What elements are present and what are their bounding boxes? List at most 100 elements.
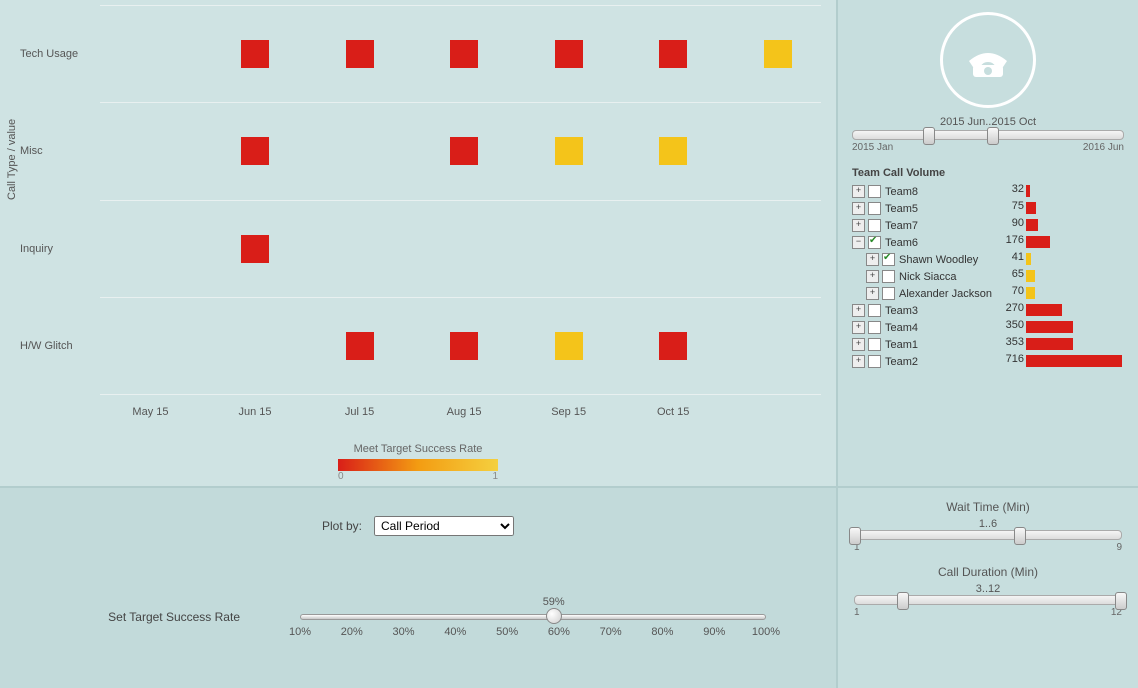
tree-label: Team7	[885, 220, 918, 232]
tree-row[interactable]: +Team832	[852, 183, 1124, 200]
tree-value: 716	[1000, 353, 1024, 365]
date-range-label: 2015 Jun..2015 Oct	[852, 116, 1124, 128]
row-label: Misc	[20, 145, 43, 157]
tree-row[interactable]: +Team3270	[852, 302, 1124, 319]
tree-label: Team5	[885, 203, 918, 215]
wait-time-range-label: 1..6	[854, 518, 1122, 530]
target-rate-slider[interactable]: 59% 10%20%30%40%50%60%70%80%90%100%	[300, 596, 766, 642]
heatmap-cell[interactable]	[346, 40, 374, 68]
expand-toggle[interactable]: +	[866, 287, 879, 300]
volume-bar	[1026, 202, 1036, 214]
volume-bar	[1026, 185, 1030, 197]
tree-row[interactable]: +Alexander Jackson70	[852, 285, 1124, 302]
volume-bar	[1026, 321, 1073, 333]
tree-value: 90	[1000, 217, 1024, 229]
y-axis-label: Call Type / value	[6, 119, 18, 200]
checkbox[interactable]	[868, 321, 881, 334]
checkbox[interactable]	[868, 338, 881, 351]
heatmap-cell[interactable]	[346, 332, 374, 360]
expand-toggle[interactable]: −	[852, 236, 865, 249]
expand-toggle[interactable]: +	[852, 202, 865, 215]
volume-bar	[1026, 287, 1035, 299]
checkbox[interactable]	[868, 355, 881, 368]
heatmap-row: Inquiry	[100, 201, 821, 298]
pct-tick: 100%	[752, 626, 780, 638]
range-thumb[interactable]	[1014, 527, 1026, 545]
heatmap-cell[interactable]	[659, 40, 687, 68]
pct-tick: 60%	[548, 626, 570, 638]
x-tick: Jul 15	[345, 406, 374, 418]
row-label: Tech Usage	[20, 48, 78, 60]
tree-title: Team Call Volume	[852, 167, 1124, 179]
x-tick: Aug 15	[447, 406, 482, 418]
tree-row[interactable]: +Team575	[852, 200, 1124, 217]
heatmap-cell[interactable]	[764, 40, 792, 68]
date-range-slider[interactable]: 2015 Jun..2015 Oct 2015 Jan2016 Jun	[852, 116, 1124, 153]
tree-row[interactable]: + Team7 90	[852, 217, 1124, 234]
expand-toggle[interactable]: +	[852, 338, 865, 351]
tree-row[interactable]: +Team4350	[852, 319, 1124, 336]
checkbox[interactable]	[882, 253, 895, 266]
wait-time-slider[interactable]: Wait Time (Min) 1..6 19	[854, 500, 1122, 553]
checkbox[interactable]	[882, 287, 895, 300]
expand-toggle[interactable]: +	[866, 270, 879, 283]
checkbox[interactable]	[868, 219, 881, 232]
tree-row[interactable]: +Team1353	[852, 336, 1124, 353]
checkbox[interactable]	[868, 185, 881, 198]
range-thumb[interactable]	[849, 527, 861, 545]
heatmap-cell[interactable]	[555, 332, 583, 360]
heatmap-cell[interactable]	[241, 235, 269, 263]
pct-tick: 90%	[703, 626, 725, 638]
heatmap-cell[interactable]	[659, 332, 687, 360]
team-call-volume-tree: Team Call Volume +Team832+Team575+Team79…	[852, 167, 1124, 370]
expand-toggle[interactable]: +	[852, 185, 865, 198]
call-duration-slider[interactable]: Call Duration (Min) 3..12 112	[854, 565, 1122, 618]
expand-toggle[interactable]: +	[852, 304, 865, 317]
target-rate-label: Set Target Success Rate	[0, 596, 260, 624]
range-thumb[interactable]	[897, 592, 909, 610]
checkbox[interactable]	[868, 236, 881, 249]
heatmap-cell[interactable]	[659, 137, 687, 165]
plot-by-select[interactable]: Call Period	[374, 516, 514, 536]
tree-row[interactable]: +Shawn Woodley41	[852, 251, 1124, 268]
heatmap-cell[interactable]	[555, 137, 583, 165]
heatmap-cell[interactable]	[555, 40, 583, 68]
target-rate-value: 59%	[543, 596, 565, 608]
range-thumb[interactable]	[987, 127, 999, 145]
tree-value: 350	[1000, 319, 1024, 331]
checkbox[interactable]	[868, 202, 881, 215]
heatmap-cell[interactable]	[450, 40, 478, 68]
heatmap-cell[interactable]	[450, 137, 478, 165]
expand-toggle[interactable]: +	[852, 219, 865, 232]
expand-toggle[interactable]: +	[852, 355, 865, 368]
wait-time-title: Wait Time (Min)	[854, 500, 1122, 514]
expand-toggle[interactable]: +	[866, 253, 879, 266]
tree-row[interactable]: +Team2716	[852, 353, 1124, 370]
legend-gradient	[338, 459, 498, 471]
expand-toggle[interactable]: +	[852, 321, 865, 334]
range-thumb[interactable]	[923, 127, 935, 145]
checkbox[interactable]	[882, 270, 895, 283]
pct-tick: 40%	[444, 626, 466, 638]
heatmap-plot-area: Tech UsageMiscInquiryH/W Glitch	[100, 5, 821, 391]
pct-tick: 20%	[341, 626, 363, 638]
tree-row[interactable]: + Nick Siacca 65	[852, 268, 1124, 285]
volume-bar	[1026, 236, 1050, 248]
heatmap-cell[interactable]	[241, 137, 269, 165]
heatmap-cell[interactable]	[450, 332, 478, 360]
tree-value: 176	[1000, 234, 1024, 246]
volume-bar	[1026, 304, 1062, 316]
slider-thumb[interactable]	[546, 608, 562, 624]
heatmap-panel: Call Type / value Tech UsageMiscInquiryH…	[0, 0, 838, 488]
pct-tick: 80%	[651, 626, 673, 638]
pct-tick: 30%	[393, 626, 415, 638]
tree-value: 65	[1000, 268, 1024, 280]
heatmap-cell[interactable]	[241, 40, 269, 68]
range-thumb[interactable]	[1115, 592, 1127, 610]
x-tick: Oct 15	[657, 406, 689, 418]
phone-icon	[940, 12, 1036, 108]
tree-label: Nick Siacca	[899, 271, 956, 283]
x-tick: Jun 15	[238, 406, 271, 418]
checkbox[interactable]	[868, 304, 881, 317]
tree-row[interactable]: −Team6176	[852, 234, 1124, 251]
